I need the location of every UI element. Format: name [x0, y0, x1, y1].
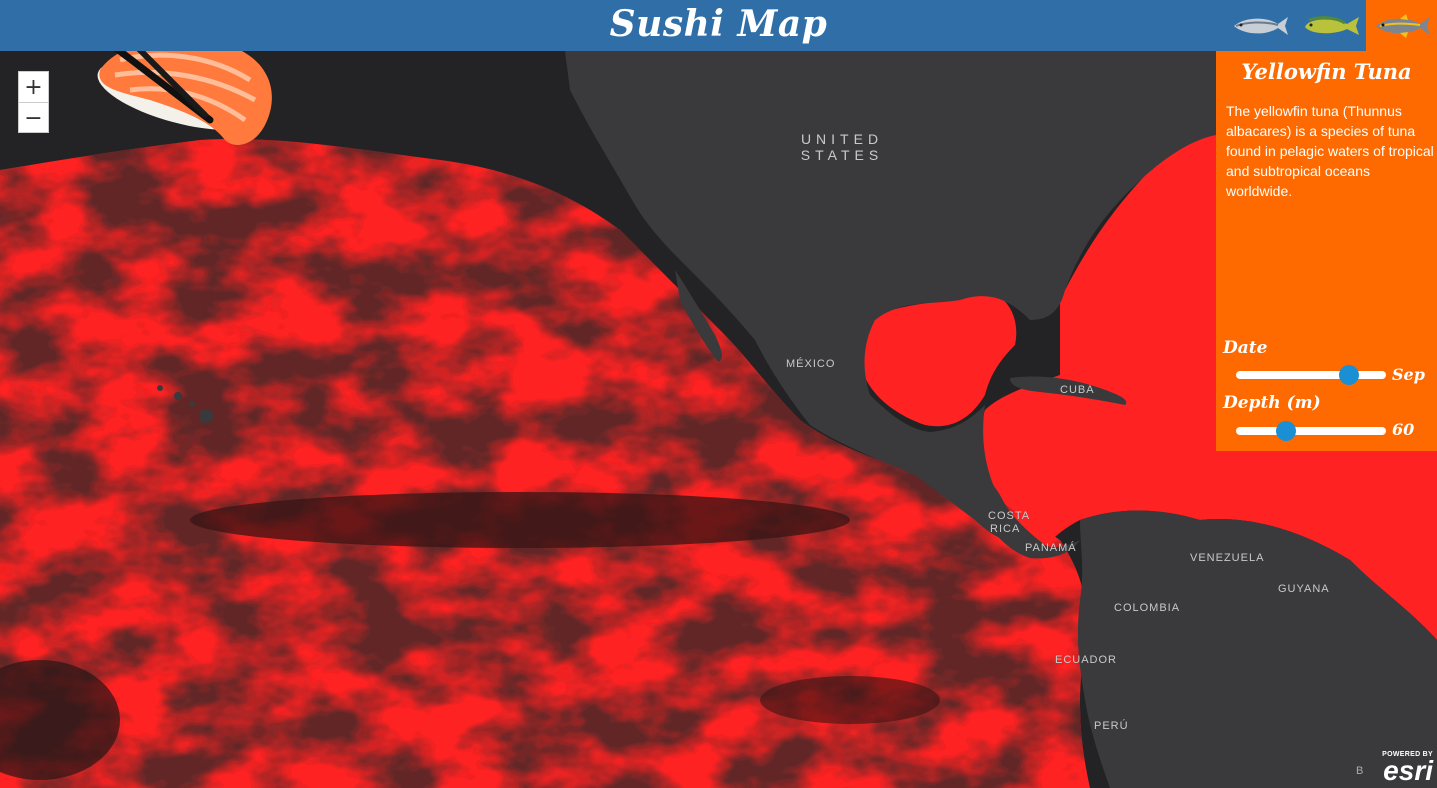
- esri-logo[interactable]: POWERED BY esri: [1373, 751, 1433, 785]
- label-peru: PERÚ: [1094, 720, 1129, 732]
- label-united: UNITED: [800, 131, 884, 147]
- tab-albacore[interactable]: [1224, 0, 1295, 51]
- esri-wordmark: esri: [1383, 755, 1433, 786]
- zoom-control: + −: [18, 71, 49, 133]
- date-slider[interactable]: [1236, 365, 1386, 385]
- label-cuba: CUBA: [1060, 384, 1095, 396]
- app-header: Sushi Map: [0, 0, 1437, 51]
- tab-yellowfin[interactable]: [1366, 0, 1437, 51]
- map-attribution: B: [1356, 765, 1364, 777]
- label-panama: PANAMÁ: [1025, 542, 1077, 554]
- fish-selector: [1224, 0, 1437, 51]
- date-value: Sep: [1392, 365, 1425, 384]
- tab-mahi[interactable]: [1295, 0, 1366, 51]
- species-title: Yellowfin Tuna: [1241, 59, 1412, 84]
- label-guyana: GUYANA: [1278, 583, 1330, 595]
- depth-slider-thumb[interactable]: [1275, 421, 1296, 441]
- albacore-tuna-icon: [1233, 16, 1288, 35]
- label-ecuador: ECUADOR: [1055, 654, 1118, 666]
- label-costa-rica-1: COSTA: [988, 510, 1031, 522]
- label-united-states: UNITED STATES: [772, 131, 912, 163]
- depth-slider[interactable]: [1236, 421, 1386, 441]
- mahi-mahi-icon: [1304, 15, 1359, 35]
- sushi-map-app: UNITED STATES MÉXICO CUBA COSTA RICA PAN…: [0, 0, 1437, 788]
- date-slider-thumb[interactable]: [1338, 365, 1359, 385]
- label-venezuela: VENEZUELA: [1190, 552, 1265, 564]
- dark-patch: [760, 676, 940, 724]
- zoom-in-button[interactable]: +: [19, 72, 48, 102]
- label-mexico: MÉXICO: [786, 358, 836, 370]
- label-colombia: COLOMBIA: [1114, 602, 1181, 614]
- zoom-out-button[interactable]: −: [19, 102, 48, 133]
- yellowfin-tuna-icon: [1375, 13, 1430, 38]
- species-description: The yellowfin tuna (Thunnus albacares) i…: [1226, 103, 1434, 199]
- label-costa-rica-2: RICA: [990, 523, 1021, 535]
- species-panel: Yellowfin Tuna The yellowfin tuna (Thunn…: [1216, 51, 1437, 451]
- label-states: STATES: [800, 147, 884, 163]
- depth-label: Depth (m): [1223, 393, 1321, 413]
- equatorial-band: [190, 492, 850, 548]
- date-label: Date: [1223, 338, 1268, 358]
- depth-value: 60: [1392, 420, 1415, 439]
- app-title: Sushi Map: [609, 3, 828, 45]
